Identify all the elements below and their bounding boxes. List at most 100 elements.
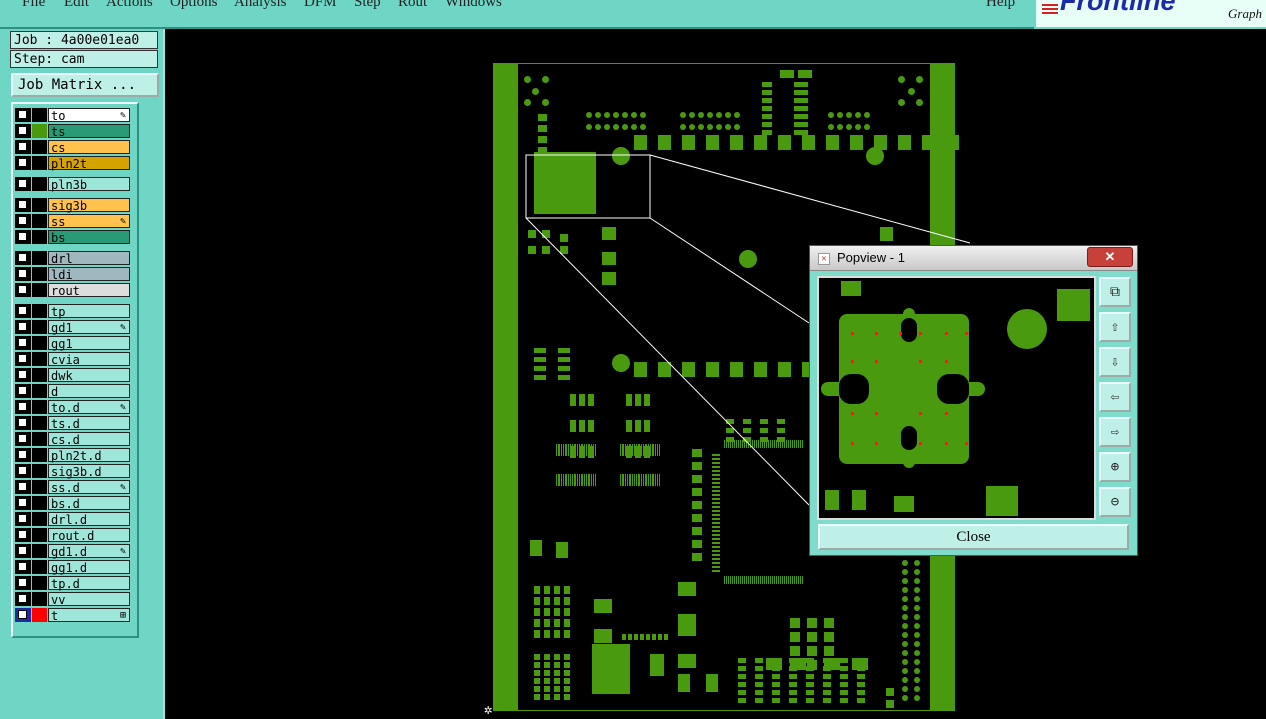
layer-color-swatch[interactable] <box>32 368 47 382</box>
layer-color-swatch[interactable] <box>32 156 47 170</box>
layer-row-drl[interactable]: drl <box>15 251 132 266</box>
layer-name[interactable]: pln3b <box>48 177 130 192</box>
layer-row-sig3b[interactable]: sig3b <box>15 198 132 213</box>
layer-name[interactable]: sig3b.d <box>48 464 130 479</box>
menu-actions[interactable]: Actions <box>106 0 153 11</box>
layer-name[interactable]: gd1.d ✎ <box>48 544 130 559</box>
layer-name[interactable]: cs <box>48 140 130 155</box>
layer-checkbox[interactable] <box>18 562 27 571</box>
layer-row-rout-d[interactable]: rout.d <box>15 528 132 543</box>
layer-name[interactable]: ldi <box>48 267 130 282</box>
layer-checkbox[interactable] <box>18 386 27 395</box>
layer-color-swatch[interactable] <box>32 336 47 350</box>
layer-checkbox[interactable] <box>18 498 27 507</box>
layer-name[interactable]: drl.d <box>48 512 130 527</box>
layer-name[interactable]: rout <box>48 283 130 298</box>
layer-row-cs[interactable]: cs <box>15 140 132 155</box>
layer-name[interactable]: to ✎ <box>48 108 130 123</box>
layer-color-swatch[interactable] <box>32 512 47 526</box>
pan-right-icon[interactable]: ⇨ <box>1099 417 1131 447</box>
popview-canvas[interactable] <box>817 276 1096 520</box>
layer-name[interactable]: d <box>48 384 130 399</box>
menu-step[interactable]: Step <box>354 0 381 11</box>
layer-checkbox[interactable] <box>18 179 27 188</box>
layer-name[interactable]: ts <box>48 124 130 139</box>
menu-edit[interactable]: Edit <box>64 0 89 11</box>
layer-color-swatch[interactable] <box>32 304 47 318</box>
pan-up-icon[interactable]: ⇧ <box>1099 312 1131 342</box>
layer-color-swatch[interactable] <box>32 214 47 228</box>
layer-name[interactable]: tp <box>48 304 130 319</box>
popview-close-button[interactable]: Close <box>818 524 1129 550</box>
layer-color-swatch[interactable] <box>32 528 47 542</box>
layer-name[interactable]: ss ✎ <box>48 214 130 229</box>
layer-checkbox[interactable] <box>18 232 27 241</box>
layer-row-tp-d[interactable]: tp.d <box>15 576 132 591</box>
layer-name[interactable]: gg1 <box>48 336 130 351</box>
layer-row-to-d[interactable]: to.d ✎ <box>15 400 132 415</box>
layer-checkbox[interactable] <box>18 216 27 225</box>
layer-row-ss[interactable]: ss ✎ <box>15 214 132 229</box>
layer-checkbox[interactable] <box>18 285 27 294</box>
layer-row-cvia[interactable]: cvia <box>15 352 132 367</box>
menu-rout[interactable]: Rout <box>398 0 427 11</box>
layer-row-t[interactable]: t ⊞ <box>15 608 132 623</box>
layer-row-pln3b[interactable]: pln3b <box>15 177 132 192</box>
layer-color-swatch[interactable] <box>32 177 47 191</box>
layer-name[interactable]: tp.d <box>48 576 130 591</box>
layer-checkbox[interactable] <box>18 594 27 603</box>
layer-name[interactable]: gd1 ✎ <box>48 320 130 335</box>
layer-row-ldi[interactable]: ldi <box>15 267 132 282</box>
layer-color-swatch[interactable] <box>32 496 47 510</box>
layer-checkbox[interactable] <box>18 338 27 347</box>
layer-checkbox[interactable] <box>18 322 27 331</box>
zoom-in-icon[interactable]: ⊕ <box>1099 452 1131 482</box>
layer-row-d[interactable]: d <box>15 384 132 399</box>
layer-checkbox[interactable] <box>18 530 27 539</box>
popview-titlebar[interactable]: ✕ Popview - 1 ✕ <box>810 246 1137 271</box>
layer-color-swatch[interactable] <box>32 480 47 494</box>
layer-name[interactable]: ts.d <box>48 416 130 431</box>
layer-checkbox[interactable] <box>18 306 27 315</box>
layer-color-swatch[interactable] <box>32 251 47 265</box>
layer-color-swatch[interactable] <box>32 608 47 622</box>
layer-color-swatch[interactable] <box>32 576 47 590</box>
layer-color-swatch[interactable] <box>32 124 47 138</box>
layer-checkbox[interactable] <box>18 610 27 619</box>
layer-color-swatch[interactable] <box>32 230 47 244</box>
layer-color-swatch[interactable] <box>32 432 47 446</box>
layer-checkbox[interactable] <box>18 546 27 555</box>
layer-name[interactable]: rout.d <box>48 528 130 543</box>
layer-name[interactable]: pln2t <box>48 156 130 171</box>
layer-name[interactable]: sig3b <box>48 198 130 213</box>
pan-down-icon[interactable]: ⇩ <box>1099 347 1131 377</box>
layer-color-swatch[interactable] <box>32 108 47 122</box>
zoom-out-icon[interactable]: ⊖ <box>1099 487 1131 517</box>
layer-color-swatch[interactable] <box>32 560 47 574</box>
zoom-fit-icon[interactable]: ⧉ <box>1099 277 1131 307</box>
layer-name[interactable]: t ⊞ <box>48 608 130 623</box>
menu-help[interactable]: Help <box>986 0 1015 11</box>
layer-color-swatch[interactable] <box>32 267 47 281</box>
close-icon[interactable]: ✕ <box>1087 247 1133 267</box>
layer-row-ts[interactable]: ts <box>15 124 132 139</box>
layer-checkbox[interactable] <box>18 450 27 459</box>
layer-checkbox[interactable] <box>18 158 27 167</box>
layer-checkbox[interactable] <box>18 402 27 411</box>
layer-checkbox[interactable] <box>18 126 27 135</box>
layer-checkbox[interactable] <box>18 482 27 491</box>
layer-name[interactable]: vv <box>48 592 130 607</box>
layer-name[interactable]: dwk <box>48 368 130 383</box>
layer-color-swatch[interactable] <box>32 198 47 212</box>
layer-checkbox[interactable] <box>18 142 27 151</box>
menu-dfm[interactable]: DFM <box>304 0 337 11</box>
menu-analysis[interactable]: Analysis <box>234 0 287 11</box>
layer-color-swatch[interactable] <box>32 464 47 478</box>
layer-row-bs-d[interactable]: bs.d <box>15 496 132 511</box>
layer-name[interactable]: pln2t.d <box>48 448 130 463</box>
layer-checkbox[interactable] <box>18 370 27 379</box>
layer-color-swatch[interactable] <box>32 384 47 398</box>
menu-options[interactable]: Options <box>170 0 218 11</box>
layer-row-rout[interactable]: rout <box>15 283 132 298</box>
layer-color-swatch[interactable] <box>32 448 47 462</box>
